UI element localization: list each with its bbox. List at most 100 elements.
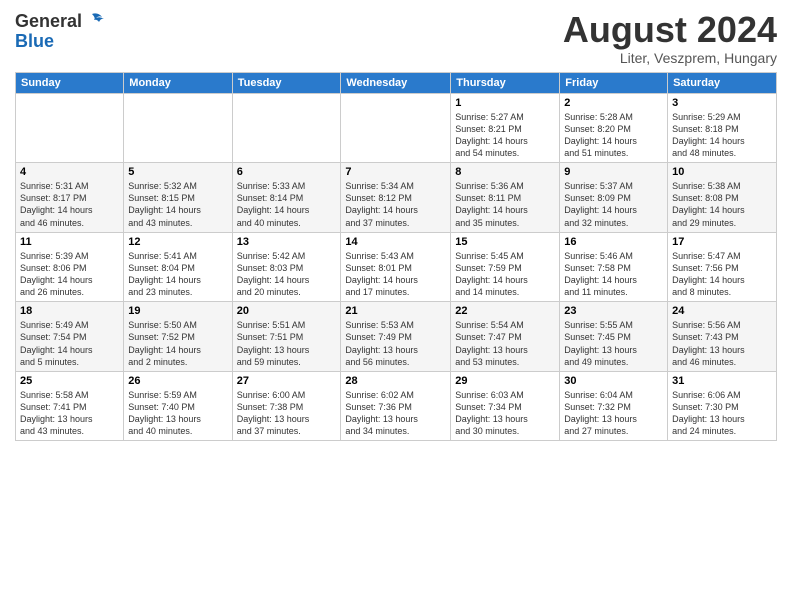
day-number: 1 [455,97,555,109]
weekday-header: Monday [124,72,232,93]
day-number: 25 [20,375,119,387]
day-number: 18 [20,305,119,317]
calendar-cell: 26 Sunrise: 5:59 AM Sunset: 7:40 PM Dayli… [124,371,232,441]
day-number: 14 [345,236,446,248]
calendar-cell: 19 Sunrise: 5:50 AM Sunset: 7:52 PM Dayli… [124,302,232,372]
day-number: 3 [672,97,772,109]
calendar-cell: 27 Sunrise: 6:00 AM Sunset: 7:38 PM Dayli… [232,371,341,441]
day-number: 31 [672,375,772,387]
day-number: 9 [564,166,663,178]
day-number: 12 [128,236,227,248]
title-block: August 2024 Liter, Veszprem, Hungary [563,10,777,66]
calendar-cell: 24 Sunrise: 5:56 AM Sunset: 7:43 PM Dayli… [668,302,777,372]
day-info: Sunrise: 5:56 AM Sunset: 7:43 PM Dayligh… [672,320,745,366]
logo: General Blue [15,10,106,52]
calendar-table: SundayMondayTuesdayWednesdayThursdayFrid… [15,72,777,442]
day-info: Sunrise: 5:47 AM Sunset: 7:56 PM Dayligh… [672,251,745,297]
calendar-cell: 16 Sunrise: 5:46 AM Sunset: 7:58 PM Dayli… [560,232,668,302]
calendar-cell: 8 Sunrise: 5:36 AM Sunset: 8:11 PM Daylig… [451,163,560,233]
day-number: 2 [564,97,663,109]
day-info: Sunrise: 5:55 AM Sunset: 7:45 PM Dayligh… [564,320,637,366]
day-info: Sunrise: 5:46 AM Sunset: 7:58 PM Dayligh… [564,251,637,297]
calendar-cell [124,93,232,163]
day-number: 11 [20,236,119,248]
weekday-header: Tuesday [232,72,341,93]
day-info: Sunrise: 5:36 AM Sunset: 8:11 PM Dayligh… [455,181,528,227]
day-number: 30 [564,375,663,387]
day-number: 4 [20,166,119,178]
calendar-cell [232,93,341,163]
day-info: Sunrise: 6:06 AM Sunset: 7:30 PM Dayligh… [672,390,745,436]
calendar-cell: 9 Sunrise: 5:37 AM Sunset: 8:09 PM Daylig… [560,163,668,233]
calendar-cell [341,93,451,163]
calendar-cell: 22 Sunrise: 5:54 AM Sunset: 7:47 PM Dayli… [451,302,560,372]
day-info: Sunrise: 5:54 AM Sunset: 7:47 PM Dayligh… [455,320,528,366]
day-number: 29 [455,375,555,387]
calendar-cell: 4 Sunrise: 5:31 AM Sunset: 8:17 PM Daylig… [16,163,124,233]
calendar-cell: 25 Sunrise: 5:58 AM Sunset: 7:41 PM Dayli… [16,371,124,441]
calendar-cell: 11 Sunrise: 5:39 AM Sunset: 8:06 PM Dayli… [16,232,124,302]
calendar-cell: 12Sunrise: 5:41 AM Sunset: 8:04 PM Dayli… [124,232,232,302]
day-number: 26 [128,375,227,387]
calendar-header-row: SundayMondayTuesdayWednesdayThursdayFrid… [16,72,777,93]
calendar-cell: 13 Sunrise: 5:42 AM Sunset: 8:03 PM Dayli… [232,232,341,302]
day-number: 20 [237,305,337,317]
day-number: 16 [564,236,663,248]
day-info: Sunrise: 5:34 AM Sunset: 8:12 PM Dayligh… [345,181,418,227]
day-info: Sunrise: 5:27 AM Sunset: 8:21 PM Dayligh… [455,112,528,158]
weekday-header: Saturday [668,72,777,93]
day-number: 21 [345,305,446,317]
day-info: Sunrise: 5:58 AM Sunset: 7:41 PM Dayligh… [20,390,93,436]
day-info: Sunrise: 6:00 AM Sunset: 7:38 PM Dayligh… [237,390,310,436]
calendar-cell: 5Sunrise: 5:32 AM Sunset: 8:15 PM Daylig… [124,163,232,233]
calendar-cell: 30Sunrise: 6:04 AM Sunset: 7:32 PM Dayli… [560,371,668,441]
day-number: 24 [672,305,772,317]
calendar-cell: 29Sunrise: 6:03 AM Sunset: 7:34 PM Dayli… [451,371,560,441]
calendar-cell: 10 Sunrise: 5:38 AM Sunset: 8:08 PM Dayli… [668,163,777,233]
day-number: 10 [672,166,772,178]
day-number: 19 [128,305,227,317]
calendar-cell: 20 Sunrise: 5:51 AM Sunset: 7:51 PM Dayli… [232,302,341,372]
weekday-header: Sunday [16,72,124,93]
page-header: General Blue August 2024 Liter, Veszprem… [15,10,777,66]
day-info: Sunrise: 5:32 AM Sunset: 8:15 PM Dayligh… [128,181,201,227]
calendar-cell: 28 Sunrise: 6:02 AM Sunset: 7:36 PM Dayli… [341,371,451,441]
day-info: Sunrise: 5:50 AM Sunset: 7:52 PM Dayligh… [128,320,201,366]
weekday-header: Wednesday [341,72,451,93]
day-info: Sunrise: 6:02 AM Sunset: 7:36 PM Dayligh… [345,390,418,436]
calendar-cell: 15Sunrise: 5:45 AM Sunset: 7:59 PM Dayli… [451,232,560,302]
weekday-header: Friday [560,72,668,93]
day-info: Sunrise: 5:37 AM Sunset: 8:09 PM Dayligh… [564,181,637,227]
day-info: Sunrise: 5:29 AM Sunset: 8:18 PM Dayligh… [672,112,745,158]
calendar-cell: 18 Sunrise: 5:49 AM Sunset: 7:54 PM Dayli… [16,302,124,372]
day-number: 28 [345,375,446,387]
calendar-cell: 2 Sunrise: 5:28 AM Sunset: 8:20 PM Daylig… [560,93,668,163]
calendar-cell: 1 Sunrise: 5:27 AM Sunset: 8:21 PM Daylig… [451,93,560,163]
calendar-cell: 14Sunrise: 5:43 AM Sunset: 8:01 PM Dayli… [341,232,451,302]
day-info: Sunrise: 5:49 AM Sunset: 7:54 PM Dayligh… [20,320,93,366]
day-number: 8 [455,166,555,178]
calendar-cell: 21 Sunrise: 5:53 AM Sunset: 7:49 PM Dayli… [341,302,451,372]
weekday-header: Thursday [451,72,560,93]
calendar-cell: 31 Sunrise: 6:06 AM Sunset: 7:30 PM Dayli… [668,371,777,441]
day-number: 7 [345,166,446,178]
day-number: 27 [237,375,337,387]
day-number: 15 [455,236,555,248]
logo-bird-icon [84,10,106,32]
day-info: Sunrise: 5:59 AM Sunset: 7:40 PM Dayligh… [128,390,201,436]
day-info: Sunrise: 5:53 AM Sunset: 7:49 PM Dayligh… [345,320,418,366]
day-info: Sunrise: 5:33 AM Sunset: 8:14 PM Dayligh… [237,181,310,227]
day-number: 6 [237,166,337,178]
day-info: Sunrise: 5:38 AM Sunset: 8:08 PM Dayligh… [672,181,745,227]
day-info: Sunrise: 5:28 AM Sunset: 8:20 PM Dayligh… [564,112,637,158]
day-info: Sunrise: 5:39 AM Sunset: 8:06 PM Dayligh… [20,251,93,297]
day-info: Sunrise: 5:31 AM Sunset: 8:17 PM Dayligh… [20,181,93,227]
location-text: Liter, Veszprem, Hungary [563,50,777,66]
day-info: Sunrise: 5:51 AM Sunset: 7:51 PM Dayligh… [237,320,310,366]
day-info: Sunrise: 5:42 AM Sunset: 8:03 PM Dayligh… [237,251,310,297]
day-number: 13 [237,236,337,248]
logo-general-text: General [15,12,82,30]
calendar-cell [16,93,124,163]
calendar-cell: 7 Sunrise: 5:34 AM Sunset: 8:12 PM Daylig… [341,163,451,233]
day-number: 22 [455,305,555,317]
